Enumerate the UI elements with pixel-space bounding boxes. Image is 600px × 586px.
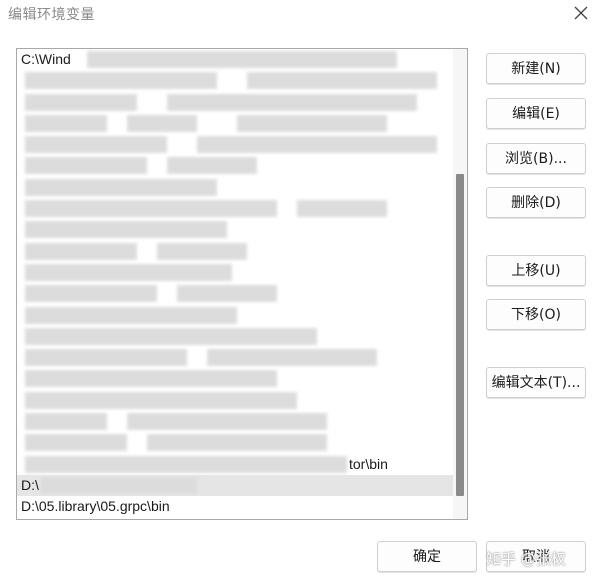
list-item[interactable]: [17, 305, 453, 326]
list-item[interactable]: [17, 347, 453, 368]
list-item[interactable]: [17, 390, 453, 411]
redacted-segment: [25, 72, 217, 90]
redacted-segment: [87, 51, 397, 68]
list-item[interactable]: [17, 241, 453, 262]
path-list-items: C:\Wind tor\bin D:\ D:\05.library\05.grpc\b…: [17, 49, 453, 519]
redacted-segment: [25, 413, 107, 431]
redacted-segment: [25, 114, 107, 132]
list-item[interactable]: [17, 326, 453, 347]
path-list[interactable]: C:\Wind tor\bin D:\ D:\05.library\05.grpc\b…: [16, 48, 468, 520]
redacted-segment: [147, 434, 327, 452]
list-item[interactable]: [17, 368, 453, 389]
redacted-segment: [25, 157, 147, 175]
dialog-title: 编辑环境变量: [8, 7, 95, 23]
redacted-segment: [247, 72, 437, 90]
list-item-text: D:\05.library\05.grpc\bin: [21, 498, 170, 515]
ok-button[interactable]: 确定: [377, 541, 477, 572]
redacted-segment: [25, 136, 167, 154]
list-item-text: tor\bin: [349, 455, 388, 472]
browse-button[interactable]: 浏览(B)...: [486, 143, 586, 174]
edit-text-button[interactable]: 编辑文本(T)...: [486, 367, 586, 398]
redacted-segment: [25, 349, 187, 367]
redacted-segment: [297, 200, 387, 218]
close-icon[interactable]: [572, 4, 590, 22]
redacted-segment: [177, 285, 277, 303]
redacted-segment: [167, 93, 417, 111]
list-item[interactable]: D:\05.library\05.grpc\bin: [17, 496, 453, 517]
list-item-text: C:\Wind: [21, 51, 71, 67]
redacted-segment: [127, 114, 197, 132]
redacted-segment: [25, 242, 137, 260]
redacted-segment: [197, 136, 437, 154]
list-item[interactable]: [17, 155, 453, 176]
redacted-segment: [25, 93, 137, 111]
list-item[interactable]: tor\bin: [17, 454, 453, 475]
edit-button[interactable]: 编辑(E): [486, 98, 586, 129]
redacted-segment: [25, 263, 232, 281]
redacted-segment: [25, 306, 237, 324]
scrollbar-thumb[interactable]: [456, 174, 464, 496]
redacted-segment: [25, 370, 277, 388]
list-item[interactable]: [17, 219, 453, 240]
list-item[interactable]: D:\: [17, 474, 453, 497]
move-down-button[interactable]: 下移(O): [486, 299, 586, 330]
redacted-segment: [25, 285, 157, 303]
list-item[interactable]: [17, 411, 453, 432]
redacted-segment: [25, 200, 277, 218]
redacted-segment: [237, 114, 387, 132]
list-item-text: D:\: [21, 476, 39, 493]
new-button[interactable]: 新建(N): [486, 53, 586, 84]
redacted-segment: [207, 349, 377, 367]
redacted-segment: [41, 476, 197, 494]
list-item[interactable]: [17, 92, 453, 113]
redacted-segment: [127, 413, 327, 431]
redacted-segment: [167, 157, 257, 175]
redacted-segment: [25, 391, 297, 409]
list-item[interactable]: [17, 283, 453, 304]
list-item[interactable]: [17, 134, 453, 155]
redacted-segment: [157, 242, 247, 260]
list-scrollbar[interactable]: [453, 49, 467, 519]
cancel-button[interactable]: 取消: [486, 541, 586, 572]
delete-button[interactable]: 删除(D): [486, 187, 586, 218]
redacted-segment: [25, 455, 347, 473]
redacted-segment: [25, 221, 227, 239]
list-item[interactable]: [17, 177, 453, 198]
redacted-segment: [25, 434, 127, 452]
list-item[interactable]: [17, 113, 453, 134]
list-item[interactable]: [17, 432, 453, 453]
list-item[interactable]: C:\Wind: [17, 49, 453, 70]
move-up-button[interactable]: 上移(U): [486, 255, 586, 286]
redacted-segment: [25, 178, 217, 196]
list-item[interactable]: [17, 262, 453, 283]
list-item[interactable]: [17, 198, 453, 219]
list-item[interactable]: [17, 70, 453, 91]
redacted-segment: [25, 327, 317, 345]
